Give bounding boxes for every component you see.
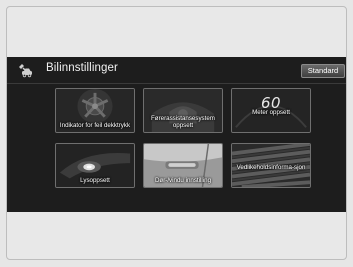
settings-screen: Bilinnstillinger Standard Indikator for …	[7, 57, 346, 212]
tile-label: Dør-/vindu innstilling	[154, 177, 212, 184]
tile-label: Indikator for feil dekktrykk	[59, 122, 131, 129]
tile-driver-assist[interactable]: Førerassistansesystem oppsett	[143, 88, 223, 133]
tile-label: Meter oppsett	[252, 109, 290, 116]
tile-lighting[interactable]: Lysoppsett	[55, 143, 135, 188]
default-button[interactable]: Standard	[301, 64, 345, 78]
page-title: Bilinnstillinger	[46, 62, 118, 74]
tile-door-window[interactable]: Dør-/vindu innstilling	[143, 143, 223, 188]
tile-label: Førerassistansesystem oppsett	[151, 115, 215, 129]
tile-label: Lysoppsett	[80, 177, 110, 184]
tile-label: Vedlikeholdsinforma-sjon	[236, 164, 306, 171]
car-settings-icon	[19, 64, 32, 78]
tile-maintenance[interactable]: Vedlikeholdsinforma-sjon	[231, 143, 311, 188]
tile-tire-pressure[interactable]: Indikator for feil dekktrykk	[55, 88, 135, 133]
tile-meter[interactable]: 60 Meter oppsett	[231, 88, 311, 133]
header-bar: Bilinnstillinger Standard	[7, 57, 346, 84]
